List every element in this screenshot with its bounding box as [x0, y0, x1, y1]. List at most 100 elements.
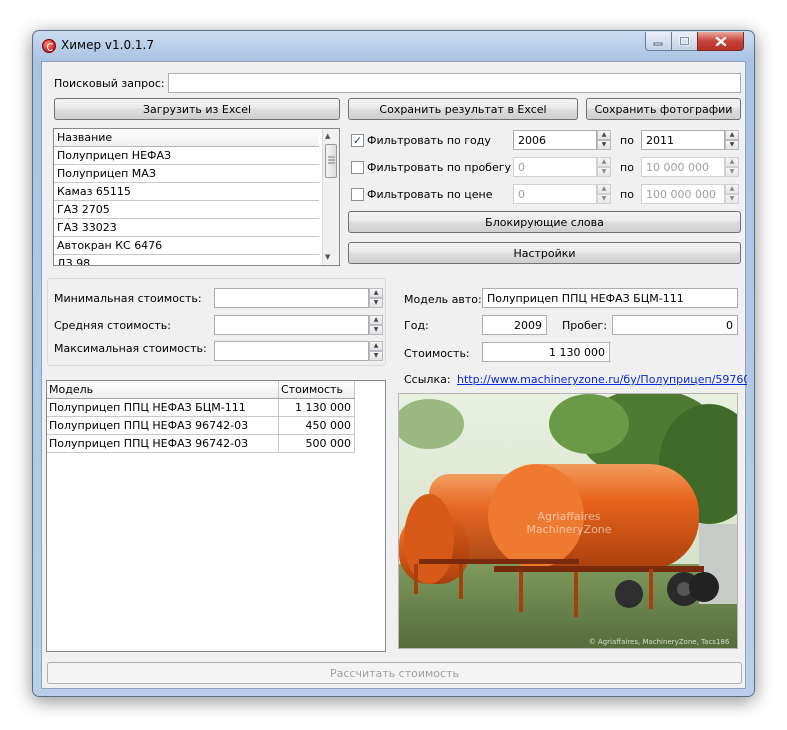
max-price-spinner[interactable]: ▲ ▼: [369, 341, 383, 361]
minimize-button[interactable]: [645, 32, 672, 51]
list-item[interactable]: ГАЗ 33023: [54, 219, 319, 237]
window-title: Химер v1.0.1.7: [61, 38, 154, 52]
list-item[interactable]: Полуприцеп НЕФАЗ: [54, 147, 319, 165]
search-input[interactable]: [168, 73, 741, 93]
price-from-input[interactable]: 0: [513, 184, 597, 204]
link-container: http://www.machineryzone.ru/бу/Полуприце…: [457, 373, 747, 386]
year-input[interactable]: 2009: [482, 315, 547, 335]
min-price-spinner[interactable]: ▲ ▼: [369, 288, 383, 308]
load-excel-button[interactable]: Загрузить из Excel: [54, 98, 340, 120]
list-scrollbar[interactable]: ▲ ▼: [322, 129, 339, 265]
filter-mileage-checkbox[interactable]: [351, 161, 364, 174]
spin-up-icon[interactable]: ▲: [725, 157, 739, 167]
model-input[interactable]: Полуприцеп ППЦ НЕФАЗ БЦМ-111: [482, 288, 738, 308]
table-cell-price[interactable]: 500 000: [279, 435, 355, 453]
spin-up-icon[interactable]: ▲: [369, 288, 383, 298]
mileage-to-input[interactable]: 10 000 000: [641, 157, 725, 177]
settings-button[interactable]: Настройки: [348, 242, 741, 264]
spin-down-icon[interactable]: ▼: [369, 325, 383, 335]
price-input[interactable]: 1 130 000: [482, 342, 610, 362]
calculate-button[interactable]: Рассчитать стоимость: [47, 662, 742, 684]
mileage-to-spinner[interactable]: ▲ ▼: [725, 157, 739, 177]
mileage-from-input[interactable]: 0: [513, 157, 597, 177]
spin-down-icon[interactable]: ▼: [725, 140, 739, 150]
spin-down-icon[interactable]: ▼: [597, 140, 611, 150]
filter-price-checkbox[interactable]: [351, 188, 364, 201]
mileage-from-spinner[interactable]: ▲ ▼: [597, 157, 611, 177]
title-bar[interactable]: Химер v1.0.1.7: [33, 31, 754, 59]
price-to-label: по: [620, 188, 634, 201]
filter-price-label[interactable]: Фильтровать по цене: [367, 188, 493, 201]
watermark-line1: Agriaffaires: [538, 510, 601, 523]
year-from-spinner[interactable]: ▲ ▼: [597, 130, 611, 150]
name-listbox[interactable]: Название Полуприцеп НЕФАЗ Полуприцеп МАЗ…: [53, 128, 340, 266]
spin-up-icon[interactable]: ▲: [725, 130, 739, 140]
min-price-input[interactable]: [214, 288, 369, 308]
price-label: Стоимость:: [404, 347, 470, 360]
results-table[interactable]: Модель Стоимость Полуприцеп ППЦ НЕФАЗ БЦ…: [46, 380, 386, 652]
mileage-input[interactable]: 0: [612, 315, 738, 335]
minimize-icon: [653, 42, 663, 45]
table-cell-model[interactable]: Полуприцеп ППЦ НЕФАЗ 96742-03: [47, 435, 279, 453]
list-item[interactable]: ДЗ 98: [54, 255, 319, 265]
avg-price-spinner[interactable]: ▲ ▼: [369, 315, 383, 335]
photo-caption: © Agriaffaires, MachineryZone, Tacs186: [589, 638, 730, 646]
spin-up-icon[interactable]: ▲: [597, 157, 611, 167]
table-cell-model[interactable]: Полуприцеп ППЦ НЕФАЗ 96742-03: [47, 417, 279, 435]
max-price-input[interactable]: [214, 341, 369, 361]
avg-price-label: Средняя стоимость:: [54, 319, 171, 332]
app-window: Химер v1.0.1.7 Поисковый запрос: Загрузи…: [32, 30, 755, 697]
price-to-spinner[interactable]: ▲ ▼: [725, 184, 739, 204]
model-label: Модель авто:: [404, 293, 482, 306]
spin-up-icon[interactable]: ▲: [597, 130, 611, 140]
spin-down-icon[interactable]: ▼: [369, 298, 383, 308]
scroll-down-icon[interactable]: ▼: [325, 253, 330, 261]
watermark-line2: MachineryZone: [526, 523, 611, 536]
year-to-label: по: [620, 134, 634, 147]
vehicle-photo: Agriaffaires MachineryZone © Agriaffaire…: [398, 393, 738, 649]
maximize-button[interactable]: [671, 32, 698, 51]
close-button[interactable]: [697, 32, 744, 51]
link-label: Ссылка:: [404, 373, 451, 386]
spin-down-icon[interactable]: ▼: [725, 194, 739, 204]
tanker-trailer-image: Agriaffaires MachineryZone © Agriaffaire…: [399, 394, 737, 648]
table-cell-model[interactable]: Полуприцеп ППЦ НЕФАЗ БЦМ-111: [47, 399, 279, 417]
spin-up-icon[interactable]: ▲: [369, 315, 383, 325]
spin-down-icon[interactable]: ▼: [369, 351, 383, 361]
spin-down-icon[interactable]: ▼: [725, 167, 739, 177]
save-excel-button[interactable]: Сохранить результат в Excel: [348, 98, 578, 120]
mileage-label: Пробег:: [562, 319, 608, 332]
blocking-words-button[interactable]: Блокирующие слова: [348, 211, 741, 233]
list-item[interactable]: Автокран КС 6476: [54, 237, 319, 255]
scroll-thumb[interactable]: [325, 144, 337, 178]
table-cell-price[interactable]: 1 130 000: [279, 399, 355, 417]
price-from-spinner[interactable]: ▲ ▼: [597, 184, 611, 204]
year-to-spinner[interactable]: ▲ ▼: [725, 130, 739, 150]
list-item[interactable]: Камаз 65115: [54, 183, 319, 201]
avg-price-input[interactable]: [214, 315, 369, 335]
min-price-label: Минимальная стоимость:: [54, 292, 202, 305]
spin-up-icon[interactable]: ▲: [597, 184, 611, 194]
spin-up-icon[interactable]: ▲: [369, 341, 383, 351]
filter-year-checkbox[interactable]: ✓: [351, 134, 364, 147]
save-photos-button[interactable]: Сохранить фотографии: [586, 98, 741, 120]
scroll-up-icon[interactable]: ▲: [325, 132, 330, 140]
spin-down-icon[interactable]: ▼: [597, 167, 611, 177]
filter-mileage-label[interactable]: Фильтровать по пробегу: [367, 161, 511, 174]
filter-year-label[interactable]: Фильтровать по году: [367, 134, 491, 147]
column-header-model[interactable]: Модель: [47, 381, 279, 399]
max-price-label: Максимальная стоимость:: [54, 342, 207, 355]
grip-icon: [328, 156, 335, 164]
listing-link[interactable]: http://www.machineryzone.ru/бу/Полуприце…: [457, 373, 747, 386]
table-cell-price[interactable]: 450 000: [279, 417, 355, 435]
year-to-input[interactable]: 2011: [641, 130, 725, 150]
maximize-icon: [679, 36, 690, 46]
spin-down-icon[interactable]: ▼: [597, 194, 611, 204]
list-header[interactable]: Название: [54, 129, 319, 147]
year-from-input[interactable]: 2006: [513, 130, 597, 150]
list-item[interactable]: ГАЗ 2705: [54, 201, 319, 219]
list-item[interactable]: Полуприцеп МАЗ: [54, 165, 319, 183]
column-header-price[interactable]: Стоимость: [279, 381, 355, 399]
spin-up-icon[interactable]: ▲: [725, 184, 739, 194]
price-to-input[interactable]: 100 000 000: [641, 184, 725, 204]
